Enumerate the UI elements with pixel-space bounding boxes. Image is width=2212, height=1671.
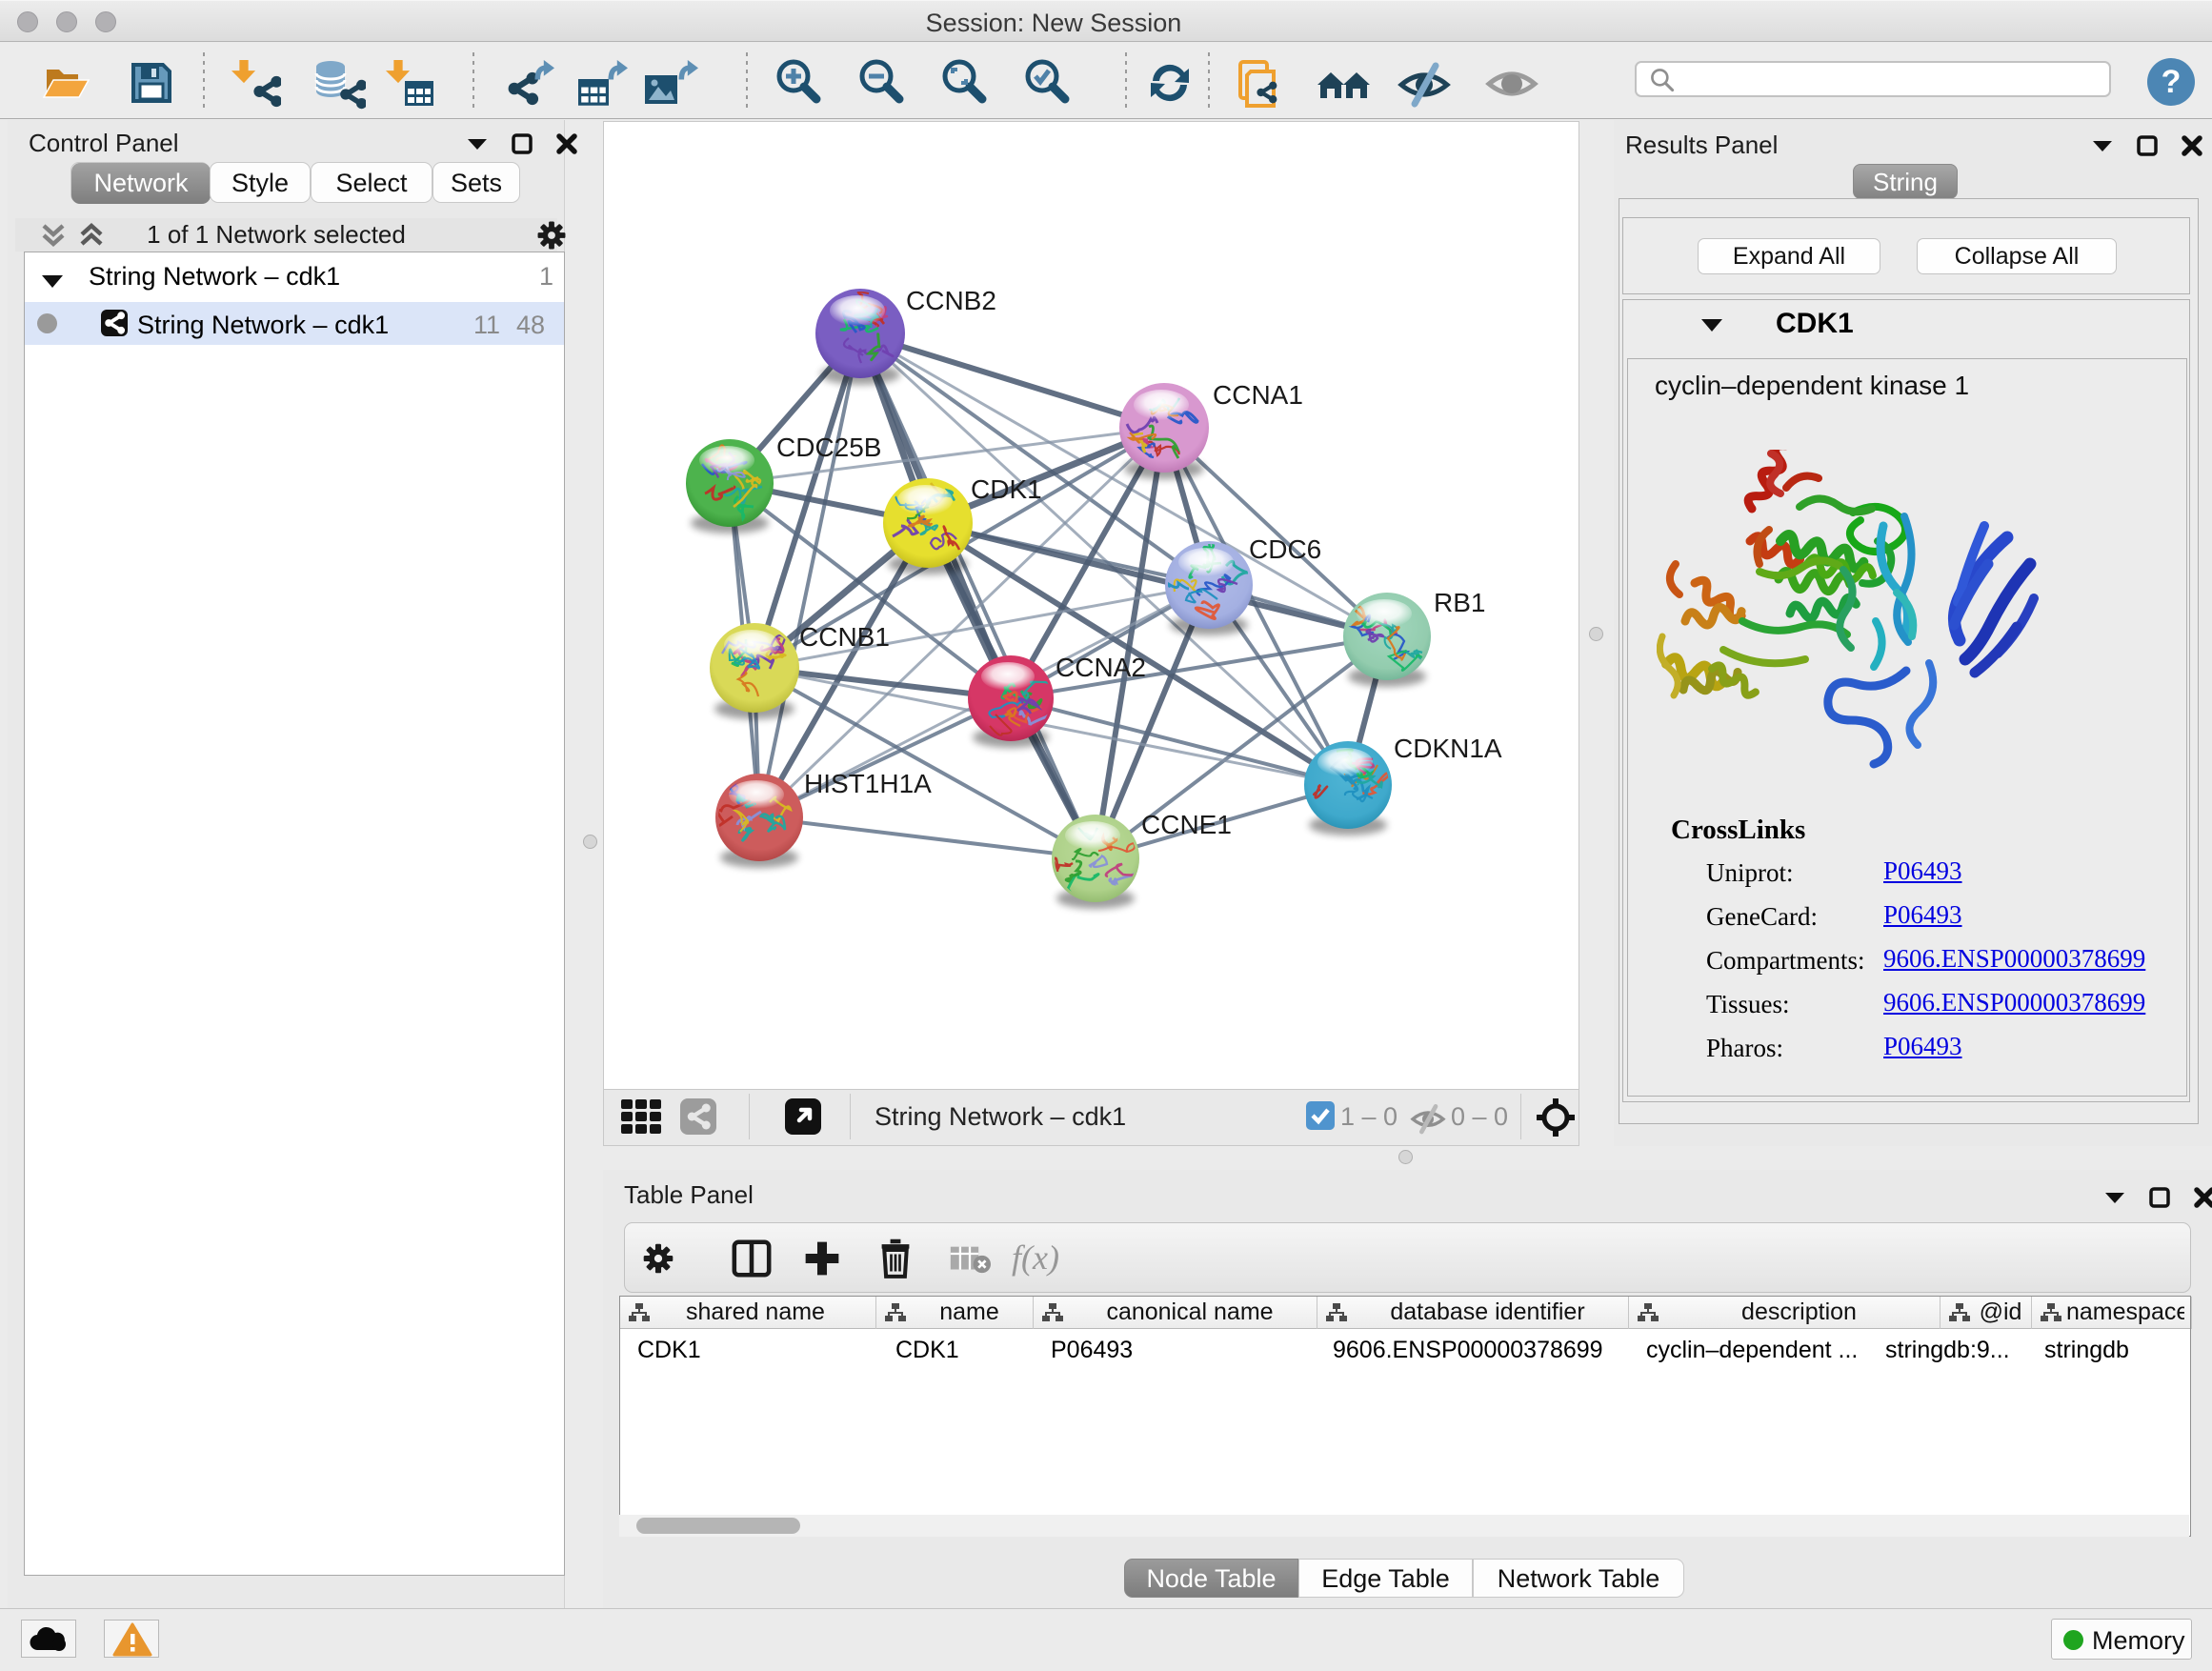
- svg-text:CCNB2: CCNB2: [906, 286, 996, 315]
- svg-text:CDC6: CDC6: [1249, 534, 1321, 564]
- svg-text:CCNA2: CCNA2: [1056, 653, 1146, 682]
- svg-text:CCNA1: CCNA1: [1213, 380, 1303, 410]
- svg-text:CDC25B: CDC25B: [776, 433, 881, 462]
- svg-text:CCNB1: CCNB1: [799, 622, 890, 652]
- svg-text:HIST1H1A: HIST1H1A: [804, 769, 932, 798]
- svg-text:CDK1: CDK1: [971, 474, 1042, 504]
- svg-text:CCNE1: CCNE1: [1141, 810, 1232, 839]
- svg-text:RB1: RB1: [1434, 588, 1485, 617]
- svg-text:CDKN1A: CDKN1A: [1394, 734, 1502, 763]
- svg-text:?: ?: [2162, 64, 2182, 100]
